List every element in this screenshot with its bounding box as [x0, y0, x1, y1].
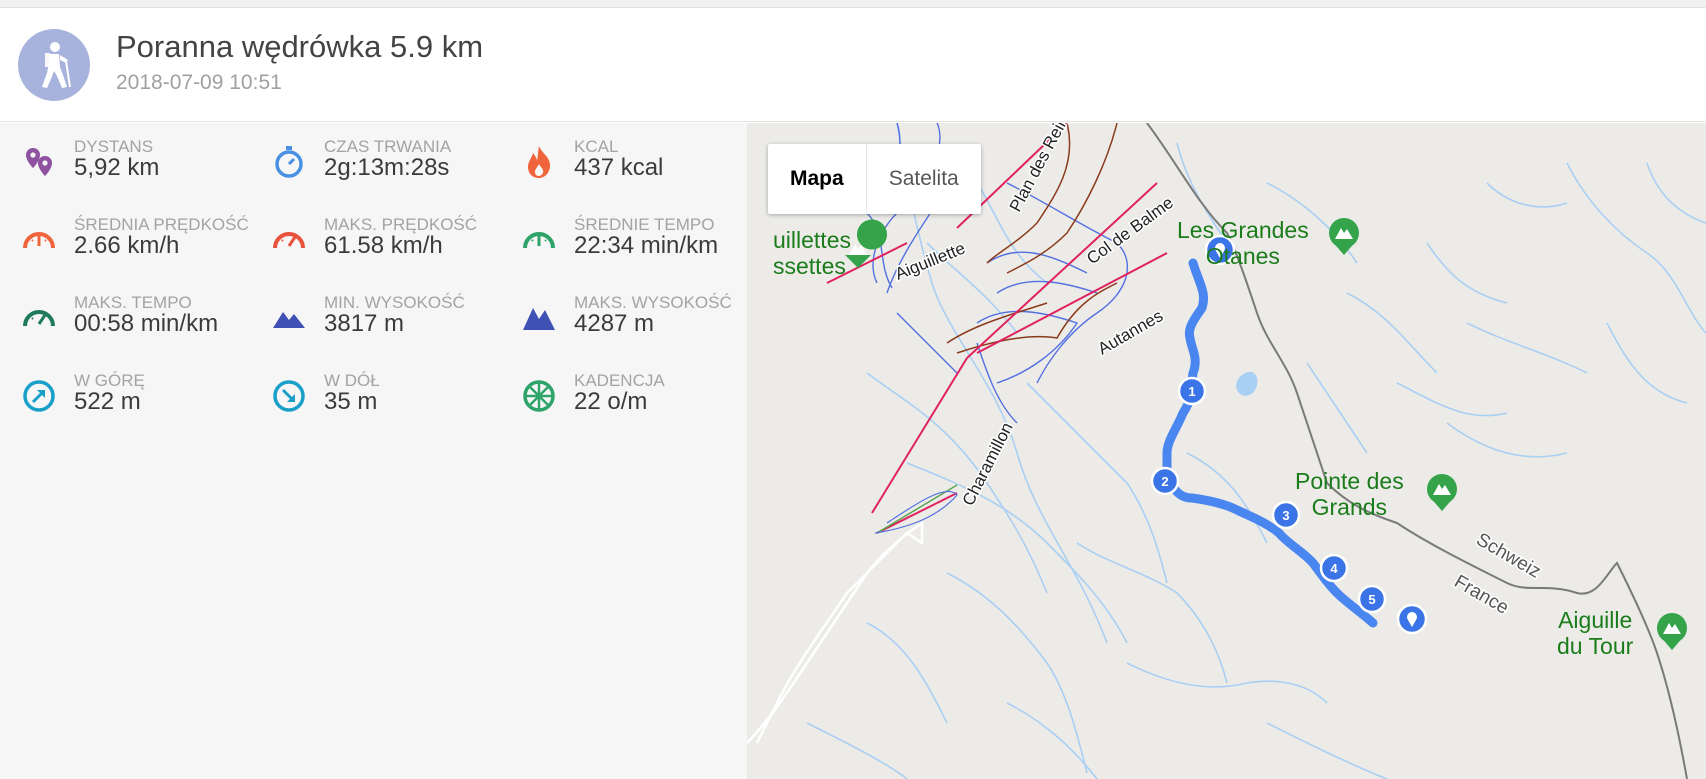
poi-label: Pointe des Grands [1295, 468, 1404, 520]
poi-label: Aiguille du Tour [1557, 607, 1633, 659]
speedometer-icon [20, 221, 58, 259]
stat-value: 437 kcal [574, 154, 664, 181]
stopwatch-icon [270, 143, 308, 181]
page-title: Poranna wędrówka 5.9 km [116, 29, 484, 64]
route-map[interactable]: 1 2 3 4 5 Plan des Rein Col de Balme Aig… [747, 123, 1706, 779]
slope-label: Col de Balme [1083, 193, 1177, 268]
peak-pin-icon [1329, 218, 1359, 255]
stat-cadence: KADENCJA 22 o/m [520, 371, 770, 441]
pace-gauge-icon [20, 299, 58, 337]
slope-label: Aiguillette [892, 238, 967, 283]
speedometer-icon [270, 221, 308, 259]
arrow-down-right-icon [270, 377, 308, 415]
pace-gauge-icon [520, 221, 558, 259]
flame-icon [520, 143, 558, 181]
km-marker-label: 1 [1188, 384, 1195, 399]
slope-label: Autannes [1095, 306, 1167, 358]
stat-value: 5,92 km [74, 154, 160, 181]
stat-value: 2.66 km/h [74, 232, 180, 259]
stat-value: 00:58 min/km [74, 310, 219, 337]
stat-value: 3817 m [324, 310, 405, 337]
stat-value: 22:34 min/km [574, 232, 719, 259]
stat-max-pace: MAKS. TEMPO 00:58 min/km [20, 293, 270, 363]
location-pins-icon [20, 143, 58, 181]
stat-value: 2g:13m:28s [324, 154, 450, 181]
stat-avg-pace: ŚREDNIE TEMPO 22:34 min/km [520, 215, 770, 285]
slope-label: Plan des Rein [1006, 123, 1072, 215]
activity-datetime: 2018-07-09 10:51 [116, 71, 282, 94]
map-type-satellite-button[interactable]: Satelita [867, 144, 981, 214]
km-marker-label: 3 [1282, 508, 1289, 523]
stat-value: 4287 m [574, 310, 655, 337]
km-marker-label: 4 [1330, 561, 1338, 576]
mountain-icon [520, 299, 558, 337]
stat-value: 61.58 km/h [324, 232, 443, 259]
stats-panel: DYSTANS 5,92 km CZAS TRWANIA 2g:13m:28s … [0, 123, 747, 779]
km-marker-label: 2 [1161, 474, 1168, 489]
poi-name: uillettes ssettes [773, 227, 851, 279]
stat-min-altitude: MIN. WYSOKOŚĆ 3817 m [270, 293, 520, 363]
poi-name: Pointe des Grands [1295, 468, 1404, 520]
stat-descent: W DÓŁ 35 m [270, 371, 520, 441]
slope-label: Charamillon [959, 419, 1017, 508]
stat-value: 522 m [74, 388, 141, 415]
stat-value: 22 o/m [574, 388, 648, 415]
wheel-icon [520, 377, 558, 415]
top-strip [0, 0, 1706, 8]
map-type-map-button[interactable]: Mapa [768, 144, 867, 214]
stat-max-speed: MAKS. PRĘDKOŚĆ 61.58 km/h [270, 215, 520, 285]
peak-pin-icon [1657, 613, 1687, 650]
stat-avg-speed: ŚREDNIA PRĘDKOŚĆ 2.66 km/h [20, 215, 270, 285]
stat-calories: KCAL 437 kcal [520, 137, 770, 207]
poi-name: Aiguille du Tour [1557, 607, 1634, 659]
stat-value: 35 m [324, 388, 378, 415]
stat-ascent: W GÓRĘ 522 m [20, 371, 270, 441]
stat-distance: DYSTANS 5,92 km [20, 137, 270, 207]
mountain-icon [270, 299, 308, 337]
poi-label: uillettes ssettes [773, 227, 851, 279]
km-marker-label: 5 [1368, 592, 1375, 607]
stat-duration: CZAS TRWANIA 2g:13m:28s [270, 137, 520, 207]
border-label-schweiz: Schweiz [1473, 529, 1545, 583]
end-pin-icon[interactable] [1396, 603, 1428, 635]
activity-header: Poranna wędrówka 5.9 km 2018-07-09 10:51 [0, 9, 1706, 122]
border-label-france: France [1451, 571, 1513, 619]
map-type-control: Mapa Satelita [768, 144, 981, 214]
arrow-up-right-icon [20, 377, 58, 415]
poi-name: Les Grandes Otanes [1177, 217, 1309, 269]
poi-label: Les Grandes Otanes [1177, 217, 1309, 269]
peak-pin-icon [1427, 474, 1457, 511]
hiking-icon [18, 29, 90, 101]
stat-max-altitude: MAKS. WYSOKOŚĆ 4287 m [520, 293, 770, 363]
peak-pin-icon [845, 219, 887, 268]
